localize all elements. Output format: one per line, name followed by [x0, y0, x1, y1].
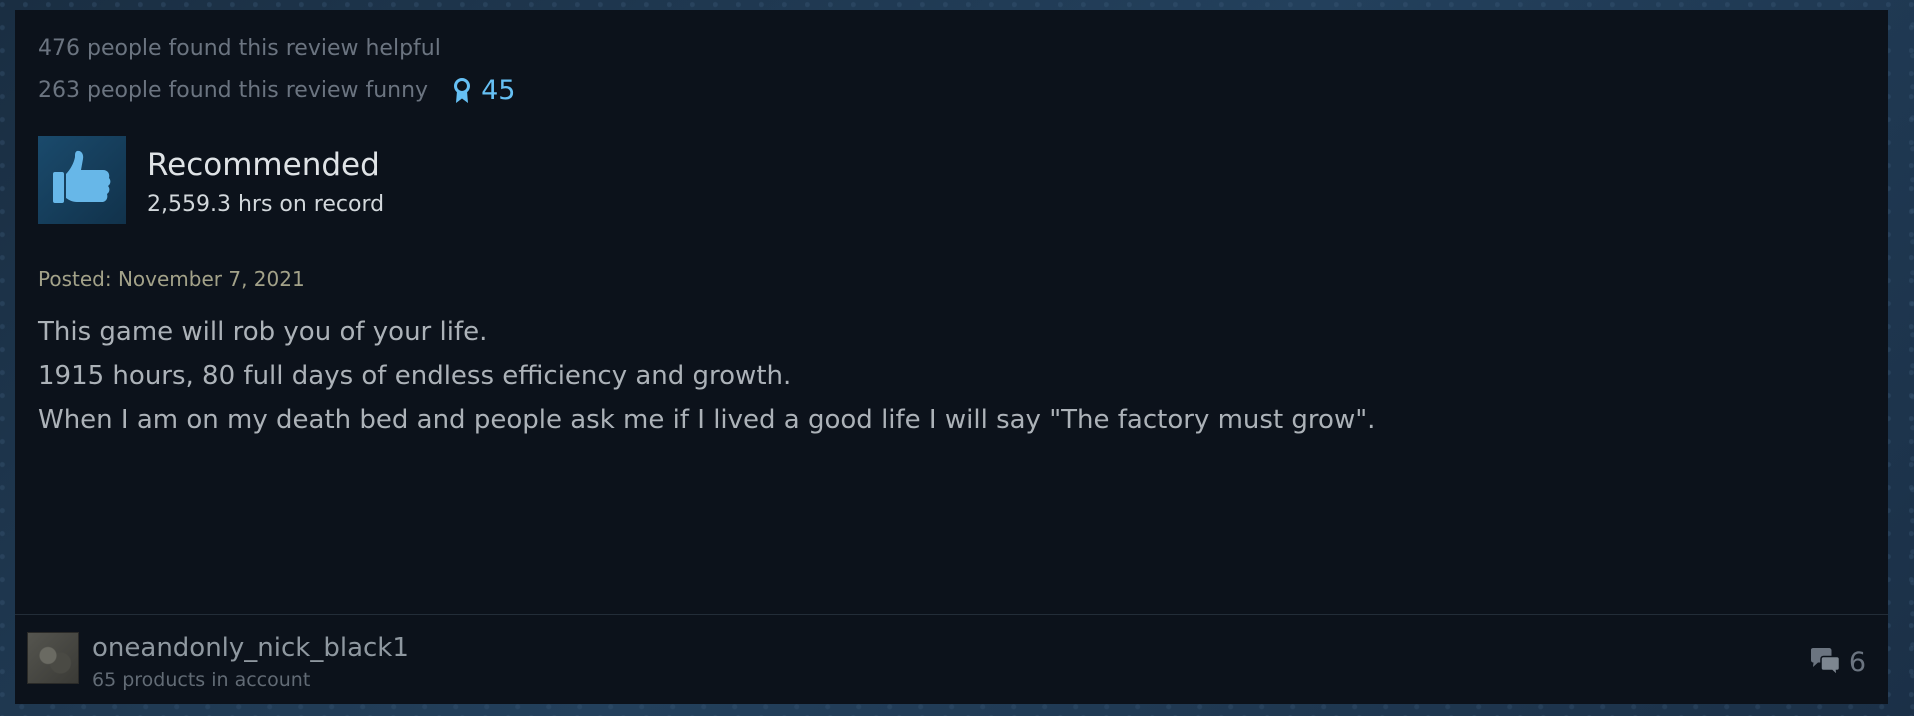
funny-count: 263 people found this review funny	[38, 78, 429, 103]
review-card: 476 people found this review helpful 263…	[15, 10, 1888, 704]
review-line: 1915 hours, 80 full days of endless effi…	[38, 361, 792, 391]
award-badge[interactable]: 45	[452, 75, 515, 106]
review-line: This game will rob you of your life.	[38, 317, 488, 347]
verdict-row: Recommended 2,559.3 hrs on record	[38, 136, 384, 224]
verdict-text: Recommended 2,559.3 hrs on record	[147, 150, 384, 216]
verdict-title[interactable]: Recommended	[147, 150, 384, 181]
posted-date: Posted: November 7, 2021	[38, 267, 305, 291]
funny-row: 263 people found this review funny 45	[38, 75, 515, 106]
review-body: This game will rob you of your life. 191…	[38, 310, 1375, 442]
review-line: When I am on my death bed and people ask…	[38, 405, 1376, 435]
award-ribbon-icon	[454, 77, 471, 103]
author-name[interactable]: oneandonly_nick_black1	[92, 635, 409, 661]
review-main: 476 people found this review helpful 263…	[15, 10, 1888, 615]
hours-on-record: 2,559.3 hrs on record	[147, 192, 385, 217]
helpful-count: 476 people found this review helpful	[38, 36, 441, 61]
products-count: 65 products in account	[92, 669, 311, 691]
award-count: 45	[481, 75, 516, 106]
avatar[interactable]	[27, 632, 79, 684]
comments-link[interactable]: 6	[1809, 647, 1866, 677]
thumbs-up-icon	[38, 136, 126, 224]
comments-count: 6	[1848, 646, 1866, 678]
review-footer: oneandonly_nick_black1 65 products in ac…	[15, 614, 1888, 704]
comment-bubbles-icon	[1810, 648, 1841, 677]
